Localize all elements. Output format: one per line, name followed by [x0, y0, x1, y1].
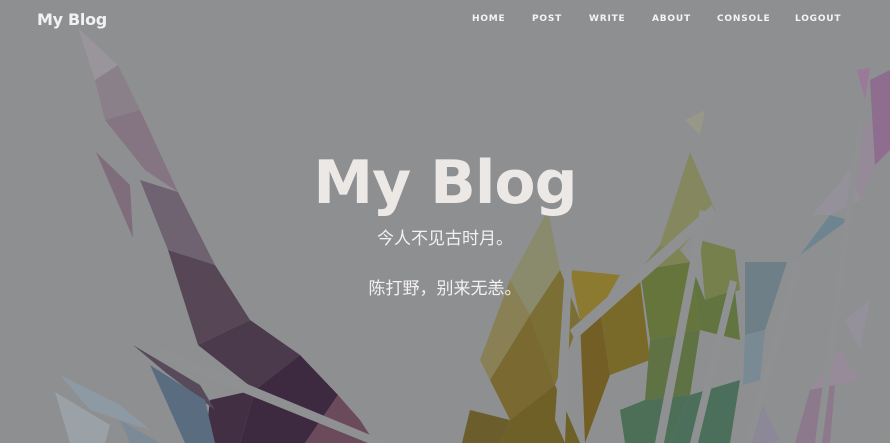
bg-shard: [685, 110, 705, 135]
nav-logout[interactable]: LOGOUT: [795, 14, 841, 24]
nav-console[interactable]: CONSOLE: [717, 14, 770, 24]
nav-post[interactable]: POST: [532, 14, 562, 24]
hero-subtitle-line1: 今人不见古时月。: [377, 229, 513, 249]
bg-shard: [743, 330, 765, 385]
nav-about[interactable]: ABOUT: [652, 14, 691, 24]
nav-write[interactable]: WRITE: [589, 14, 626, 24]
low-poly-background: [55, 28, 890, 443]
bg-shard: [857, 68, 870, 100]
nav-menu: HOME POST WRITE ABOUT CONSOLE LOGOUT: [0, 14, 890, 28]
bg-shard: [845, 300, 870, 350]
nav-home[interactable]: HOME: [472, 14, 506, 24]
bg-shard: [810, 350, 860, 390]
hero-subtitle-line2: 陈打野，别来无恙。: [368, 279, 522, 299]
hero-title: My Blog: [313, 148, 577, 218]
bg-shard: [795, 385, 835, 443]
top-navbar: My Blog HOME POST WRITE ABOUT CONSOLE LO…: [0, 0, 890, 42]
